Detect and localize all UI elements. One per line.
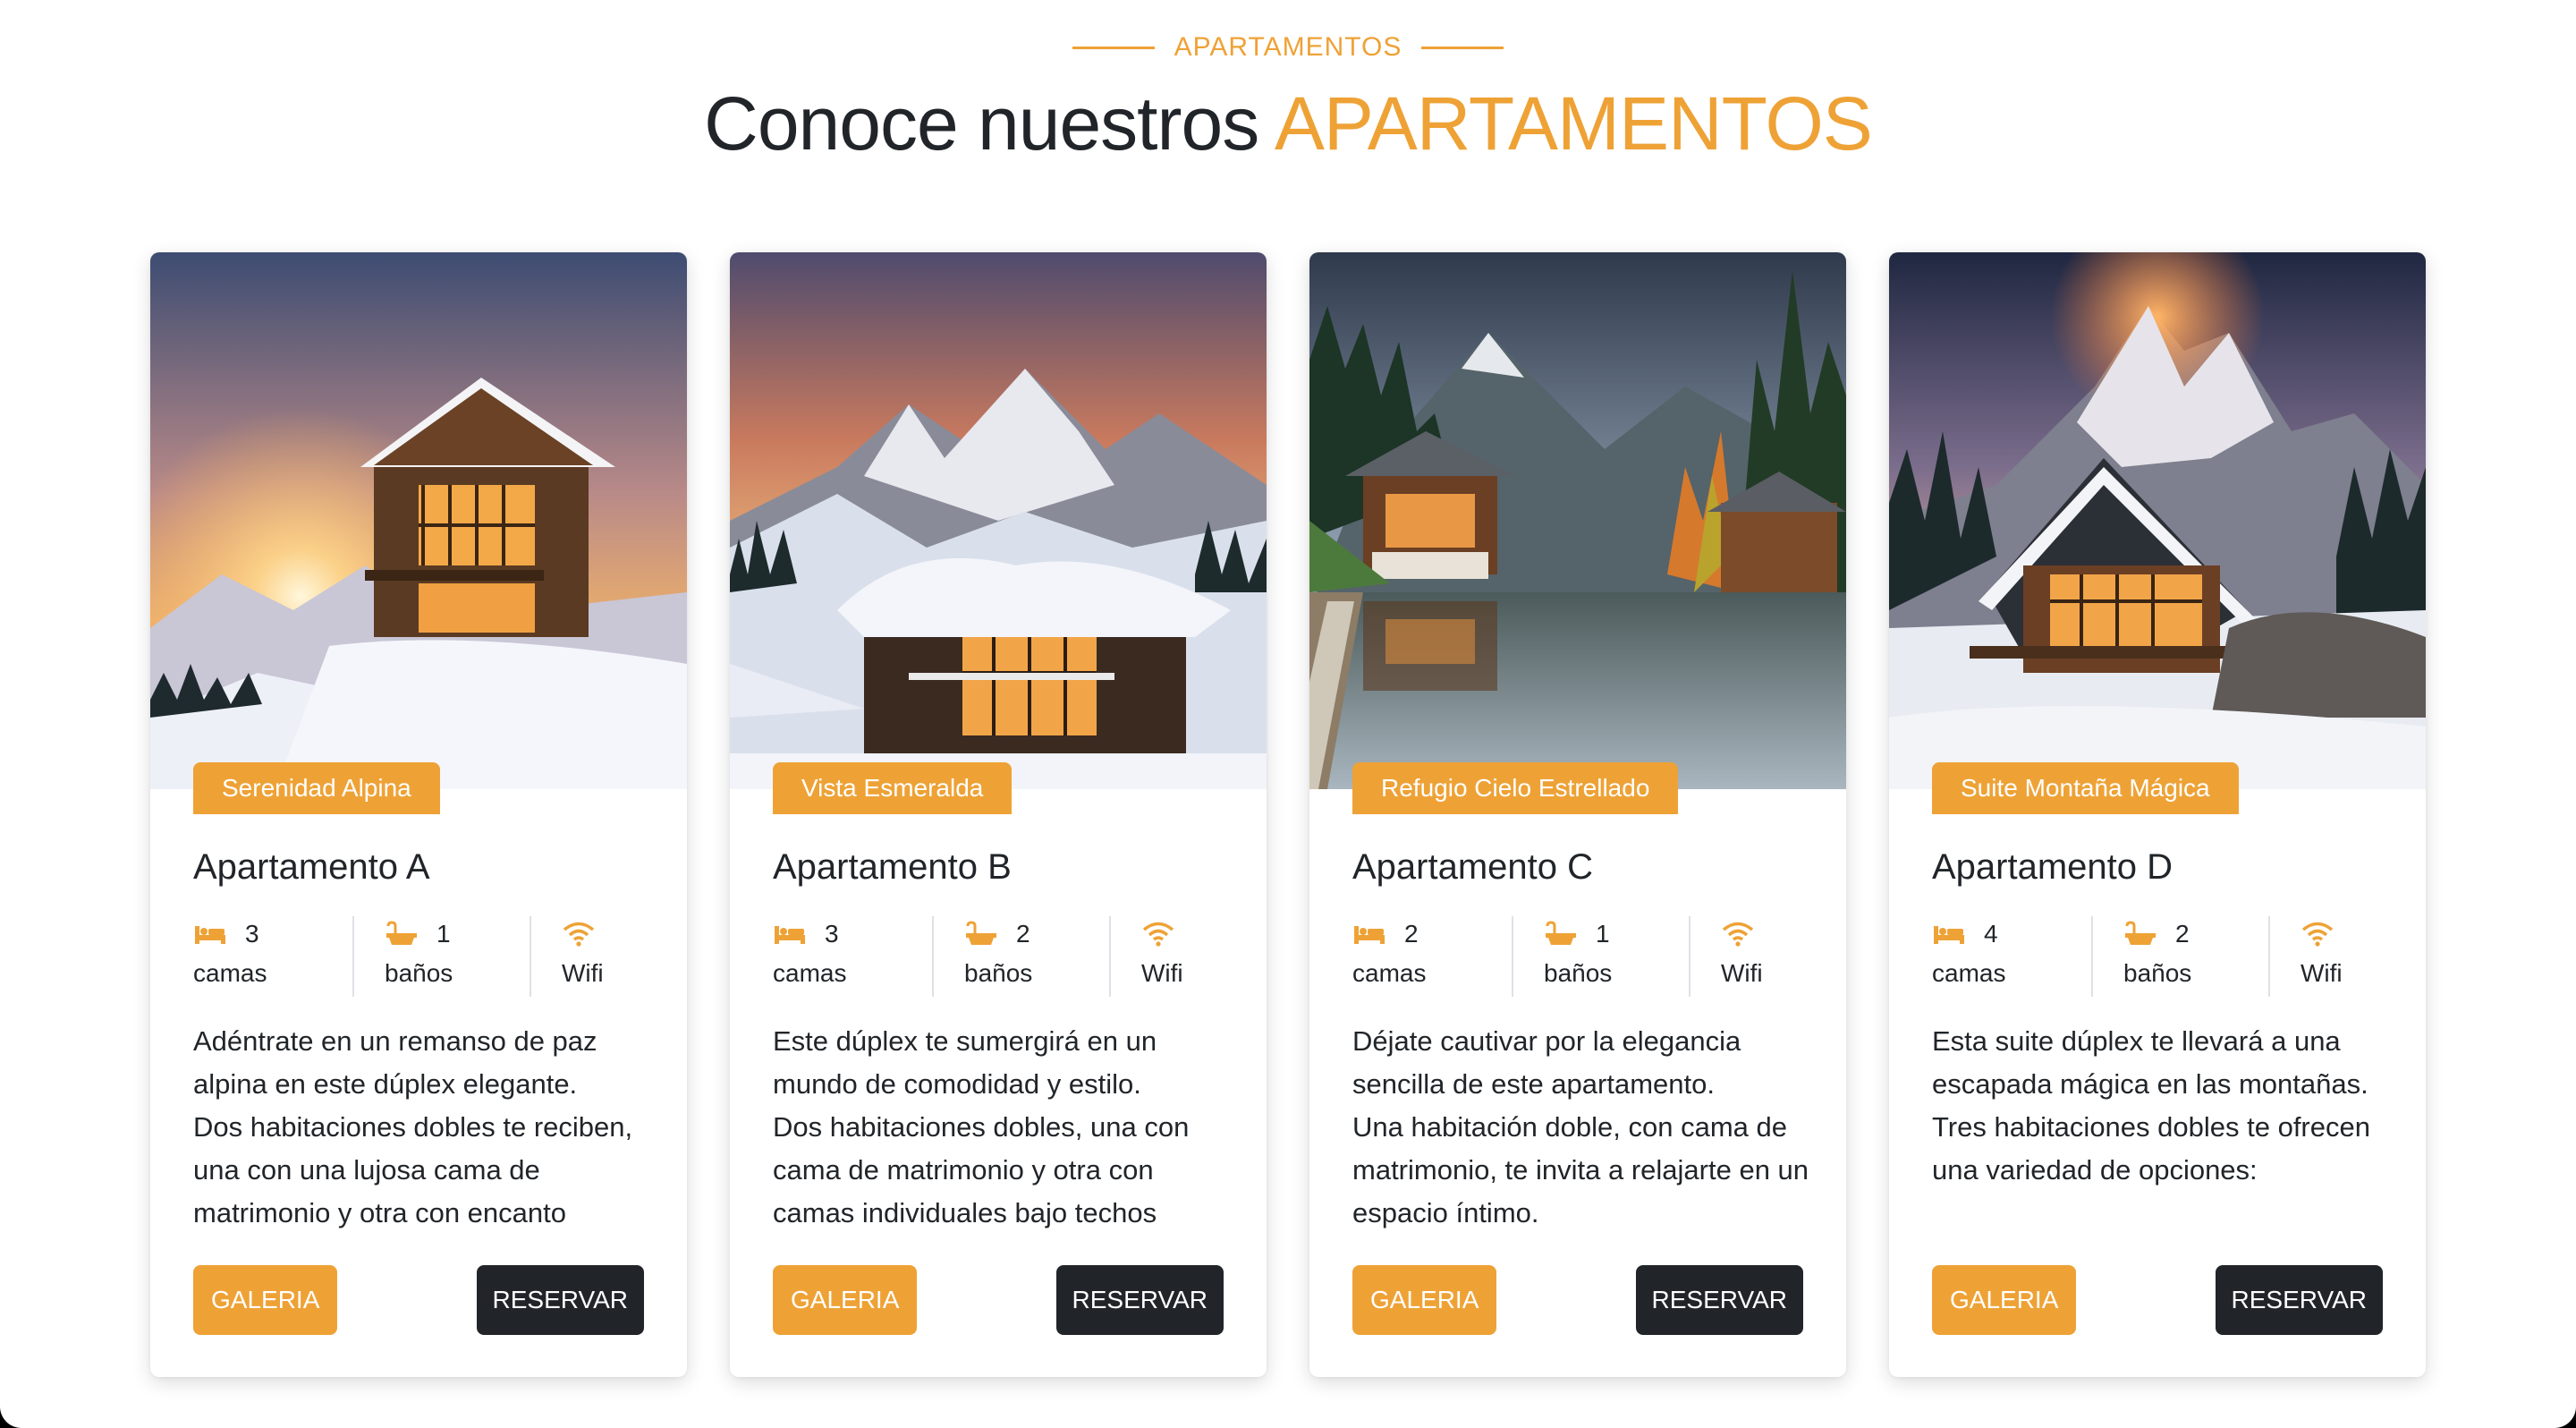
wifi-label: Wifi <box>2301 959 2343 987</box>
bed-icon <box>195 926 225 944</box>
bathtub-icon <box>2125 921 2156 945</box>
apartment-description: Adéntrate en un remanso de paz alpina en… <box>193 1020 658 1235</box>
reserve-button[interactable]: RESERVAR <box>2215 1265 2383 1335</box>
baths-count: 1 <box>436 920 451 948</box>
bathtub-icon <box>966 921 996 945</box>
eyebrow-label: APARTAMENTOS <box>1174 32 1402 62</box>
amenity-beds: 3 camas <box>193 916 354 997</box>
beds-label: camas <box>773 959 847 987</box>
gallery-button[interactable]: GALERIA <box>193 1265 338 1335</box>
amenity-wifi: Wifi <box>1111 916 1224 997</box>
baths-label: baños <box>1544 959 1613 987</box>
apartment-title: Apartamento A <box>193 847 430 887</box>
apartment-photo[interactable] <box>1889 252 2426 789</box>
apartment-badge: Refugio Cielo Estrellado <box>1352 762 1679 814</box>
wifi-label: Wifi <box>1141 959 1183 987</box>
apartment-description: Esta suite dúplex te llevará a una escap… <box>1932 1020 2397 1235</box>
baths-count: 1 <box>1596 920 1610 948</box>
description-paragraph: Dos habitaciones dobles te reciben, una … <box>193 1111 633 1228</box>
baths-label: baños <box>2123 959 2192 987</box>
description-paragraph: Tres habitaciones dobles te ofrecen una … <box>1932 1111 2370 1186</box>
baths-label: baños <box>964 959 1033 987</box>
amenity-wifi: Wifi <box>531 916 644 997</box>
beds-count: 4 <box>1984 920 1998 948</box>
amenity-baths: 2 baños <box>2093 916 2270 997</box>
baths-count: 2 <box>1016 920 1030 948</box>
wifi-icon <box>1722 922 1754 947</box>
wifi-icon <box>563 922 595 947</box>
apartment-badge: Suite Montaña Mágica <box>1932 762 2239 814</box>
apartment-card-b: Vista Esmeralda Apartamento B 3 camas 2 … <box>730 252 1267 1377</box>
apartment-description: Este dúplex te sumergirá en un mundo de … <box>773 1020 1238 1235</box>
gallery-button[interactable]: GALERIA <box>1932 1265 2077 1335</box>
apartment-card-d: Suite Montaña Mágica Apartamento D 4 cam… <box>1889 252 2426 1377</box>
apartment-badge: Vista Esmeralda <box>773 762 1013 814</box>
heading-main: Conoce nuestros <box>704 81 1275 166</box>
section-eyebrow: APARTAMENTOS <box>0 32 2576 63</box>
beds-count: 3 <box>245 920 259 948</box>
amenity-baths: 1 baños <box>354 916 531 997</box>
wifi-icon <box>2301 922 2334 947</box>
bathtub-icon <box>386 921 417 945</box>
eyebrow-line-right <box>1421 46 1504 49</box>
beds-label: camas <box>193 959 267 987</box>
description-paragraph: Adéntrate en un remanso de paz alpina en… <box>193 1025 597 1100</box>
description-paragraph: Déjate cautivar por la elegancia sencill… <box>1352 1025 1741 1100</box>
description-paragraph: Este dúplex te sumergirá en un mundo de … <box>773 1025 1157 1100</box>
eyebrow-line-left <box>1072 46 1155 49</box>
bed-icon <box>1354 926 1385 944</box>
description-paragraph: Dos habitaciones dobles, una con cama de… <box>773 1111 1190 1228</box>
amenity-wifi: Wifi <box>2270 916 2383 997</box>
description-paragraph: Esta suite dúplex te llevará a una escap… <box>1932 1025 2368 1100</box>
wifi-label: Wifi <box>562 959 604 987</box>
heading-accent: APARTAMENTOS <box>1274 81 1873 166</box>
amenity-wifi: Wifi <box>1690 916 1803 997</box>
beds-count: 3 <box>825 920 839 948</box>
apartment-title: Apartamento D <box>1932 847 2174 887</box>
bathtub-icon <box>1546 921 1576 945</box>
gallery-button[interactable]: GALERIA <box>773 1265 918 1335</box>
apartment-description: Déjate cautivar por la elegancia sencill… <box>1352 1020 1818 1235</box>
amenities: 4 camas 2 baños Wifi <box>1932 916 2383 997</box>
beds-label: camas <box>1352 959 1427 987</box>
reserve-button[interactable]: RESERVAR <box>1635 1265 1803 1335</box>
baths-count: 2 <box>2175 920 2190 948</box>
amenity-beds: 4 camas <box>1932 916 2093 997</box>
beds-count: 2 <box>1404 920 1419 948</box>
page: APARTAMENTOS Conoce nuestros APARTAMENTO… <box>0 0 2576 1428</box>
reserve-button[interactable]: RESERVAR <box>476 1265 644 1335</box>
amenity-baths: 1 baños <box>1513 916 1690 997</box>
amenities: 2 camas 1 baños Wifi <box>1352 916 1803 997</box>
beds-label: camas <box>1932 959 2006 987</box>
amenities: 3 camas 1 baños Wifi <box>193 916 644 997</box>
apartment-title: Apartamento B <box>773 847 1012 887</box>
apartment-photo[interactable] <box>730 252 1267 789</box>
apartment-card-c: Refugio Cielo Estrellado Apartamento C 2… <box>1309 252 1846 1377</box>
wifi-label: Wifi <box>1721 959 1763 987</box>
apartment-photo[interactable] <box>150 252 687 789</box>
amenity-beds: 2 camas <box>1352 916 1513 997</box>
apartment-card-a: Serenidad Alpina Apartamento A 3 camas 1… <box>150 252 687 1377</box>
apartment-badge: Serenidad Alpina <box>193 762 440 814</box>
bed-icon <box>775 926 805 944</box>
amenity-beds: 3 camas <box>773 916 934 997</box>
amenities: 3 camas 2 baños Wifi <box>773 916 1224 997</box>
bed-icon <box>1934 926 1964 944</box>
amenity-baths: 2 baños <box>934 916 1111 997</box>
gallery-button[interactable]: GALERIA <box>1352 1265 1497 1335</box>
description-paragraph: Una habitación doble, con cama de matrim… <box>1352 1111 1809 1228</box>
apartment-photo[interactable] <box>1309 252 1846 789</box>
apartment-title: Apartamento C <box>1352 847 1594 887</box>
wifi-icon <box>1142 922 1174 947</box>
reserve-button[interactable]: RESERVAR <box>1055 1265 1224 1335</box>
section-heading: Conoce nuestros APARTAMENTOS <box>0 81 2576 167</box>
baths-label: baños <box>385 959 453 987</box>
